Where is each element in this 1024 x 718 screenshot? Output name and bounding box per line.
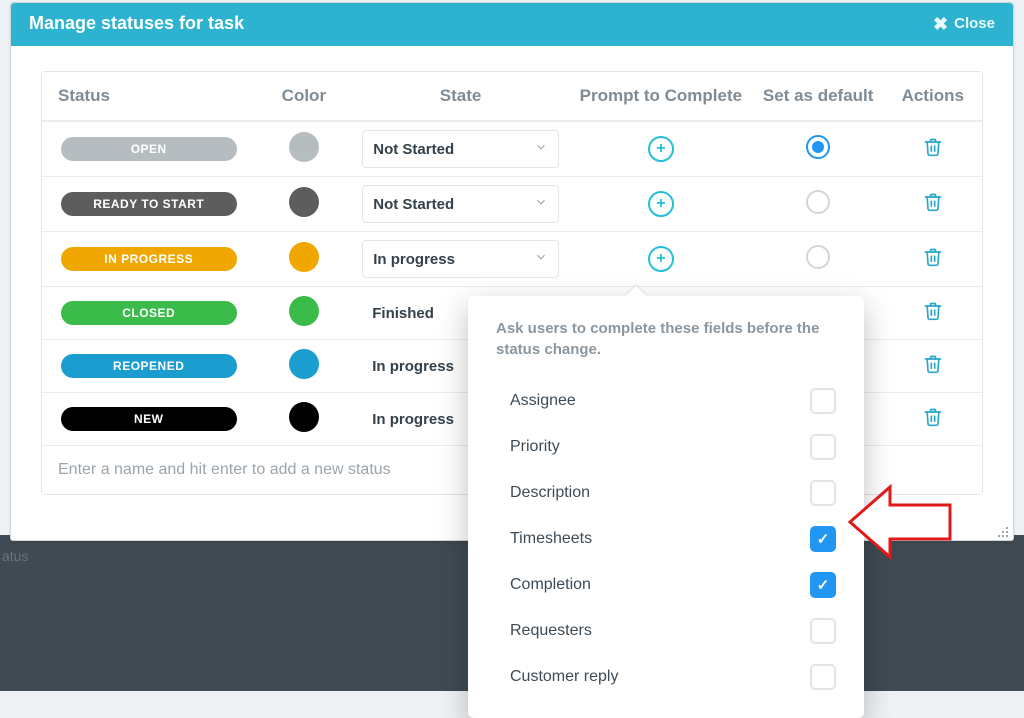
col-header-status: Status [42, 72, 255, 121]
col-header-actions: Actions [884, 72, 983, 121]
table-row: READY TO START Not Started + [42, 176, 982, 231]
popover-option[interactable]: Completion [496, 562, 836, 608]
popover-option-checkbox[interactable] [810, 434, 836, 460]
modal-title: Manage statuses for task [29, 13, 244, 34]
color-swatch[interactable] [289, 296, 319, 326]
popover-option-label: Timesheets [496, 530, 592, 548]
status-pill[interactable]: REOPENED [61, 354, 237, 378]
color-swatch[interactable] [289, 402, 319, 432]
default-radio[interactable] [806, 190, 830, 214]
table-row: IN PROGRESS In progress + [42, 231, 982, 286]
popover-option[interactable]: Timesheets [496, 516, 836, 562]
popover-option-label: Priority [496, 438, 560, 456]
popover-option-label: Description [496, 484, 590, 502]
add-prompt-button[interactable]: + [648, 191, 674, 217]
status-pill[interactable]: IN PROGRESS [61, 247, 237, 271]
delete-button[interactable] [923, 136, 943, 158]
col-header-state: State [352, 72, 569, 121]
state-select[interactable]: In progress [362, 240, 559, 278]
delete-button[interactable] [923, 246, 943, 268]
delete-button[interactable] [923, 300, 943, 322]
add-prompt-button[interactable]: + [648, 136, 674, 162]
delete-button[interactable] [923, 406, 943, 428]
popover-description: Ask users to complete these fields befor… [496, 318, 836, 360]
col-header-color: Color [255, 72, 352, 121]
status-pill[interactable]: CLOSED [61, 301, 237, 325]
add-prompt-button[interactable]: + [648, 246, 674, 272]
state-select[interactable]: Not Started [362, 130, 559, 168]
prompt-fields-popover: Ask users to complete these fields befor… [468, 296, 864, 718]
popover-option-checkbox[interactable] [810, 388, 836, 414]
background-fragment: atus [2, 548, 28, 564]
status-pill[interactable]: OPEN [61, 137, 237, 161]
table-row: OPEN Not Started + [42, 121, 982, 176]
color-swatch[interactable] [289, 132, 319, 162]
resize-grip-icon[interactable] [994, 523, 1010, 539]
popover-option-checkbox[interactable] [810, 572, 836, 598]
state-value: Finished [372, 305, 434, 322]
status-pill[interactable]: NEW [61, 407, 237, 431]
color-swatch[interactable] [289, 187, 319, 217]
popover-option-label: Requesters [496, 622, 592, 640]
popover-option-label: Assignee [496, 392, 576, 410]
col-header-prompt: Prompt to Complete [569, 72, 753, 121]
delete-button[interactable] [923, 191, 943, 213]
popover-option-checkbox[interactable] [810, 664, 836, 690]
modal-titlebar: Manage statuses for task ✖ Close [11, 3, 1013, 46]
delete-button[interactable] [923, 353, 943, 375]
close-icon: ✖ [933, 15, 948, 33]
close-button[interactable]: ✖ Close [933, 15, 995, 33]
chevron-down-icon [534, 250, 548, 268]
popover-option-label: Completion [496, 576, 591, 594]
state-value: Not Started [373, 141, 454, 158]
color-swatch[interactable] [289, 349, 319, 379]
chevron-down-icon [534, 195, 548, 213]
status-pill[interactable]: READY TO START [61, 192, 237, 216]
state-value: Not Started [373, 196, 454, 213]
state-select[interactable]: Not Started [362, 185, 559, 223]
popover-option[interactable]: Customer reply [496, 654, 836, 700]
popover-option-label: Customer reply [496, 668, 618, 686]
state-value: In progress [373, 251, 455, 268]
chevron-down-icon [534, 140, 548, 158]
popover-option-checkbox[interactable] [810, 526, 836, 552]
color-swatch[interactable] [289, 242, 319, 272]
popover-option-checkbox[interactable] [810, 480, 836, 506]
close-label: Close [954, 15, 995, 32]
popover-option[interactable]: Requesters [496, 608, 836, 654]
state-value: In progress [372, 358, 454, 375]
state-value: In progress [372, 411, 454, 428]
popover-option[interactable]: Assignee [496, 378, 836, 424]
default-radio[interactable] [806, 135, 830, 159]
popover-option[interactable]: Priority [496, 424, 836, 470]
col-header-default: Set as default [753, 72, 884, 121]
default-radio[interactable] [806, 245, 830, 269]
popover-option-checkbox[interactable] [810, 618, 836, 644]
popover-option[interactable]: Description [496, 470, 836, 516]
